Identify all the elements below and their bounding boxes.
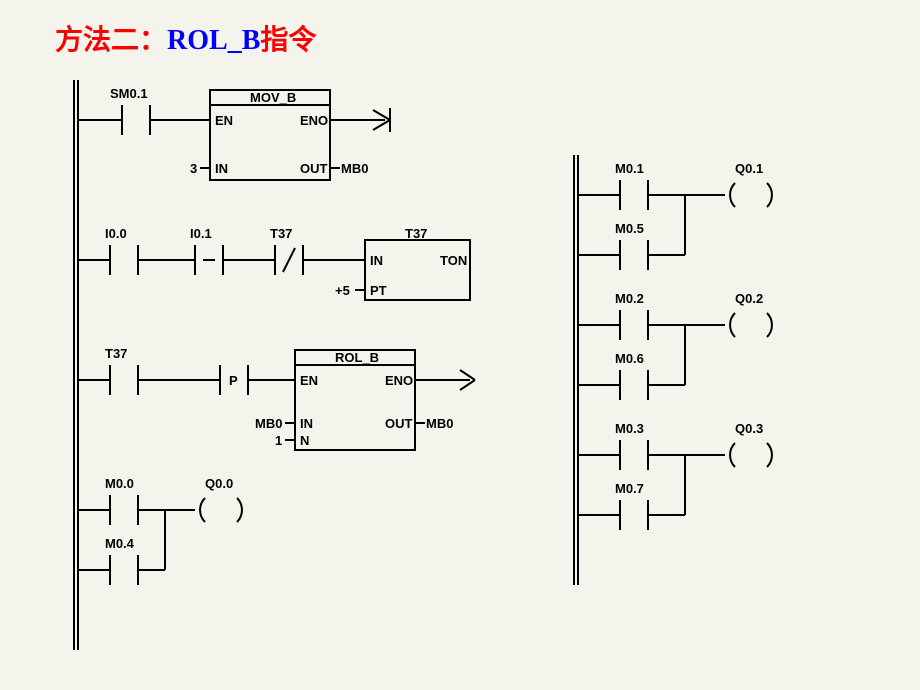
contact-m0.6: M0.6	[615, 351, 685, 400]
rung-2: I0.0 I0.1 T37 T37 IN TON PT +5	[78, 226, 470, 300]
coil-label: Q0.0	[205, 476, 233, 491]
contact-m0.2: M0.2	[615, 291, 725, 340]
contact-label: I0.0	[105, 226, 127, 241]
eno-label: ENO	[300, 113, 328, 128]
coil-label: Q0.3	[735, 421, 763, 436]
contact-t37-nc: T37	[270, 226, 365, 275]
contact-label: M0.0	[105, 476, 134, 491]
in-val: 3	[190, 161, 197, 176]
right-rung-2: M0.2 M0.6 Q0.2	[578, 291, 772, 400]
coil-q0.3: Q0.3	[730, 421, 772, 467]
coil-label: Q0.2	[735, 291, 763, 306]
contact-i0.1: I0.1	[190, 226, 275, 275]
right-rung-3: M0.3 M0.7 Q0.3	[578, 421, 772, 530]
n-val: 1	[275, 433, 282, 448]
contact-p: P	[220, 365, 295, 395]
title-red-1: 方法二：	[55, 24, 167, 55]
contact-label: T37	[105, 346, 127, 361]
contact-sm0.1: SM0.1	[110, 86, 210, 135]
contact-label: M0.1	[615, 161, 644, 176]
in-label: IN	[215, 161, 228, 176]
contact-m0.1: M0.1	[615, 161, 725, 210]
contact-label: T37	[270, 226, 292, 241]
out-val: MB0	[426, 416, 453, 431]
contact-m0.7: M0.7	[615, 481, 685, 530]
in-label: IN	[300, 416, 313, 431]
coil-label: Q0.1	[735, 161, 763, 176]
contact-label: M0.5	[615, 221, 644, 236]
rung-3: T37 P ROL_B EN ENO IN OUT N MB0 1 MB0	[78, 346, 475, 450]
ladder-diagram-right: M0.1 M0.5 Q0.1 M0.2 M0.6	[555, 155, 865, 585]
box-title: ROL_B	[335, 350, 379, 365]
contact-label: M0.7	[615, 481, 644, 496]
contact-i0.0: I0.0	[105, 226, 195, 275]
in-val: MB0	[255, 416, 282, 431]
contact-m0.3: M0.3	[615, 421, 725, 470]
box-timer-t37: T37 IN TON PT +5	[335, 226, 470, 300]
out-label: OUT	[385, 416, 413, 431]
ton-label: TON	[440, 253, 467, 268]
rung-1: SM0.1 MOV_B EN ENO IN OUT 3 MB0	[78, 86, 390, 180]
contact-label: M0.6	[615, 351, 644, 366]
p-label: P	[229, 373, 238, 388]
out-val: MB0	[341, 161, 368, 176]
en-label: EN	[300, 373, 318, 388]
coil-q0.0: Q0.0	[200, 476, 242, 522]
contact-m0.0: M0.0	[105, 476, 195, 525]
title-red-2: 指令	[260, 24, 316, 55]
contact-m0.4: M0.4	[105, 536, 165, 585]
box-mov-b: MOV_B EN ENO IN OUT 3 MB0	[190, 90, 368, 180]
contact-label: I0.1	[190, 226, 212, 241]
eno-label: ENO	[385, 373, 413, 388]
box-title: MOV_B	[250, 90, 296, 105]
contact-label: M0.2	[615, 291, 644, 306]
right-rung-1: M0.1 M0.5 Q0.1	[578, 161, 772, 270]
pt-label: PT	[370, 283, 387, 298]
rung-4: M0.0 M0.4 Q0.0	[78, 476, 242, 585]
ladder-diagram-left: SM0.1 MOV_B EN ENO IN OUT 3 MB0	[55, 80, 535, 650]
title-blue: ROL_B	[167, 25, 260, 56]
coil-q0.2: Q0.2	[730, 291, 772, 337]
n-label: N	[300, 433, 309, 448]
coil-q0.1: Q0.1	[730, 161, 772, 207]
in-label: IN	[370, 253, 383, 268]
contact-m0.5: M0.5	[615, 221, 685, 270]
out-label: OUT	[300, 161, 328, 176]
contact-label: SM0.1	[110, 86, 148, 101]
en-label: EN	[215, 113, 233, 128]
timer-ref: T37	[405, 226, 427, 241]
box-rol-b: ROL_B EN ENO IN OUT N MB0 1 MB0	[255, 350, 453, 450]
contact-label: M0.4	[105, 536, 135, 551]
pt-val: +5	[335, 283, 350, 298]
contact-t37: T37	[105, 346, 220, 395]
contact-label: M0.3	[615, 421, 644, 436]
page-title: 方法二：ROL_B指令	[55, 18, 316, 58]
